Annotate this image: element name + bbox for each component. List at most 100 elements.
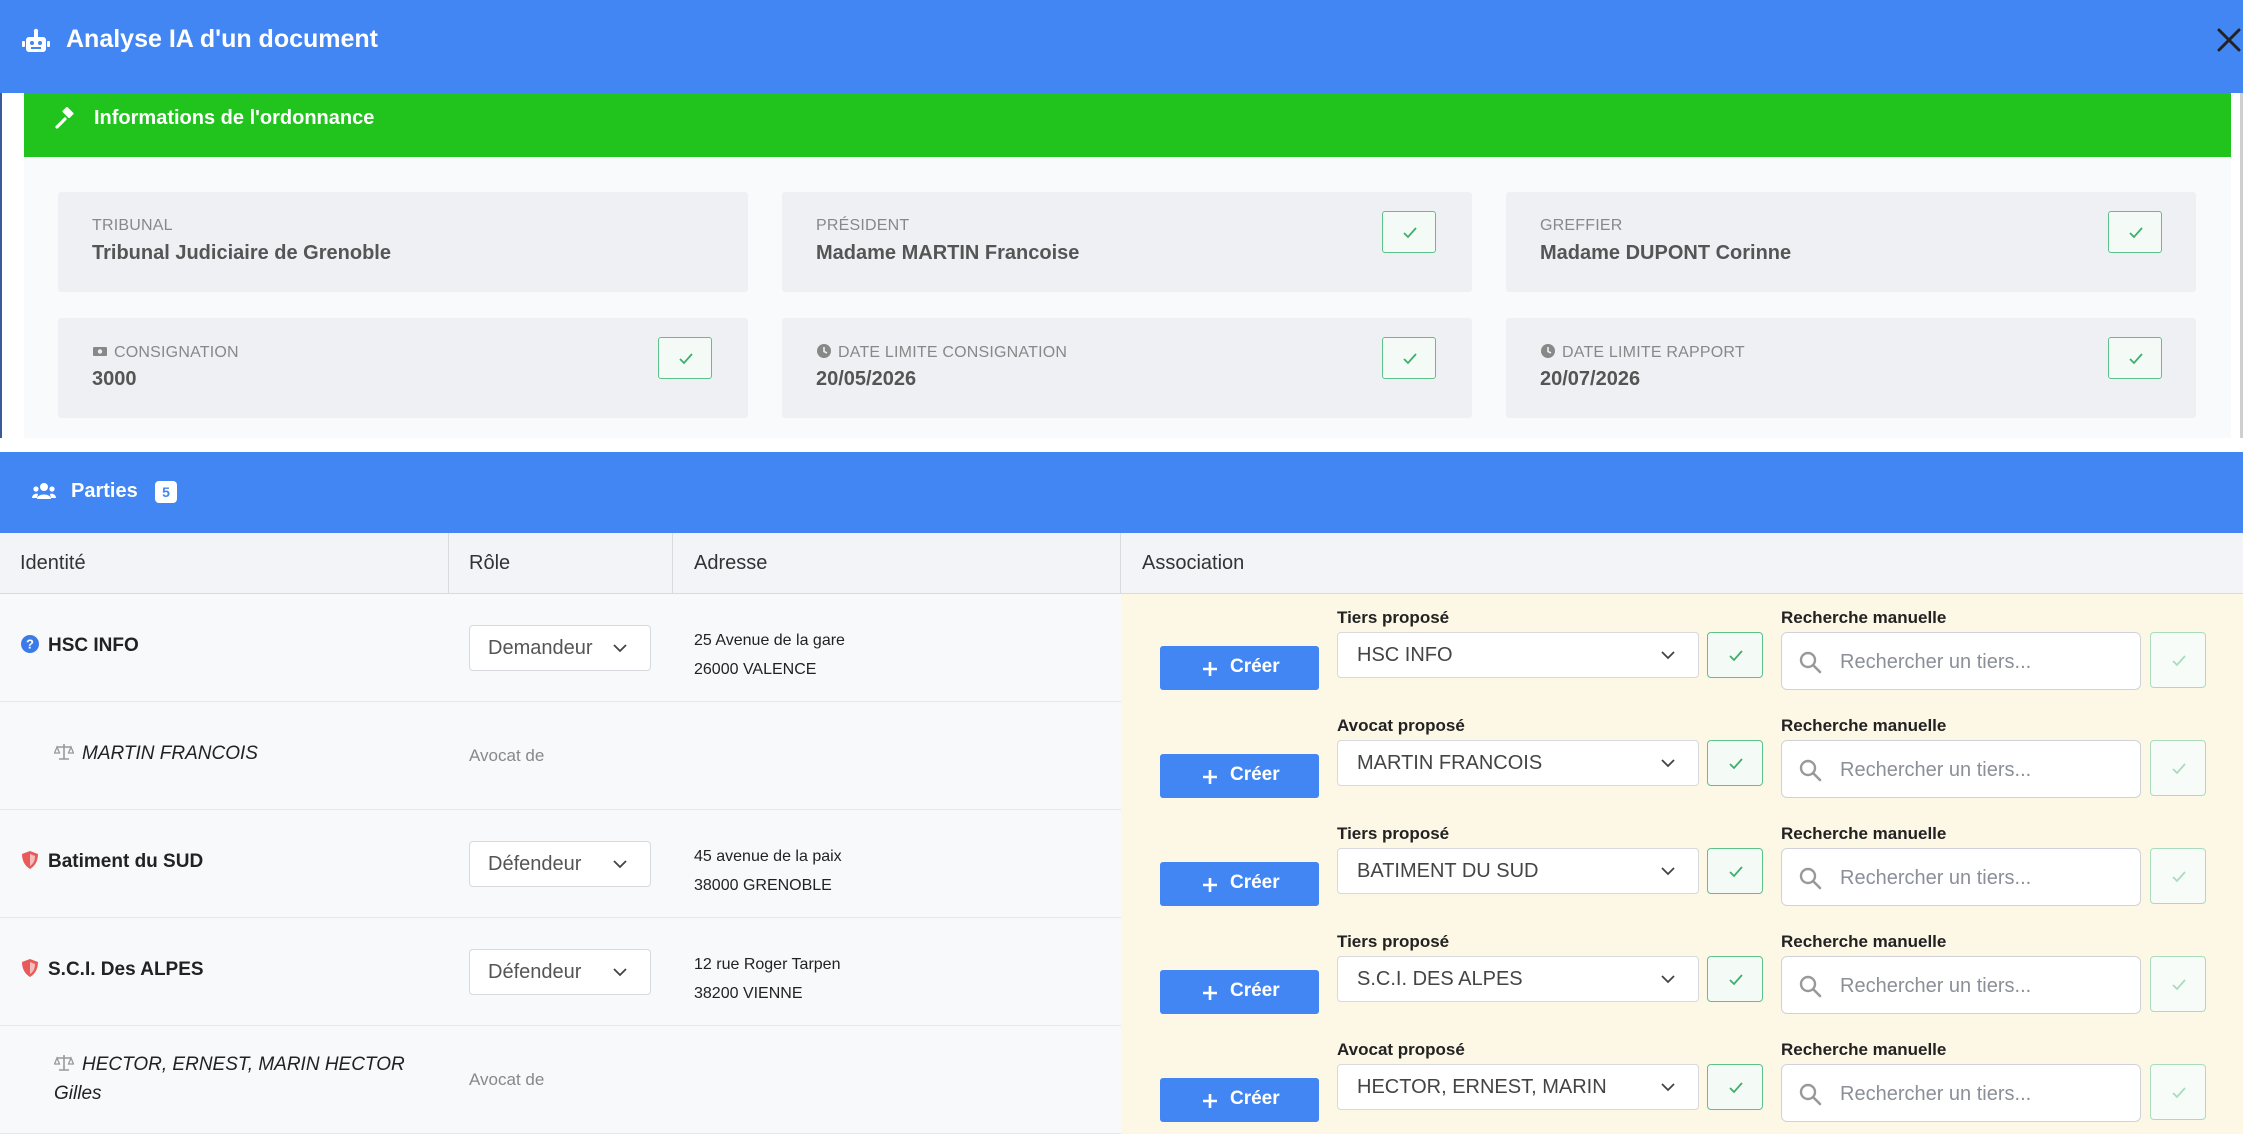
search-tiers-field[interactable] — [1781, 1064, 2141, 1122]
check-icon — [2172, 1087, 2186, 1099]
create-button[interactable]: Créer — [1160, 646, 1319, 690]
search-tiers-field[interactable] — [1781, 740, 2141, 798]
field-label: CONSIGNATION — [114, 344, 239, 361]
proposal-select[interactable]: S.C.I. DES ALPES — [1337, 956, 1699, 1002]
search-tiers-input[interactable] — [1838, 751, 2132, 789]
validate-search-button[interactable] — [2150, 848, 2206, 904]
address-line1: 12 rue Roger Tarpen — [694, 956, 841, 973]
column-adresse: Adresse — [694, 552, 768, 574]
proposal-value: S.C.I. DES ALPES — [1357, 968, 1523, 990]
address-line1: 25 Avenue de la gare — [694, 632, 845, 649]
table-row: ? HSC INFO Demandeur 25 Avenue de la gare 26… — [0, 594, 2243, 702]
validate-search-button[interactable] — [2150, 956, 2206, 1012]
role-select[interactable]: Défendeur — [469, 841, 651, 887]
create-button[interactable]: Créer — [1160, 970, 1319, 1014]
gavel-icon — [55, 107, 74, 129]
field-value: 20/07/2026 — [1540, 368, 1641, 390]
validate-search-button[interactable] — [2150, 740, 2206, 796]
plus-icon — [1203, 770, 1217, 784]
search-icon — [1799, 759, 1822, 782]
search-tiers-field[interactable] — [1781, 956, 2141, 1014]
search-tiers-input[interactable] — [1838, 643, 2132, 681]
create-label: Créer — [1230, 656, 1280, 677]
role-select[interactable]: Défendeur — [469, 949, 651, 995]
party-address: 12 rue Roger Tarpen 38200 VIENNE — [694, 950, 840, 1008]
address-line2: 26000 VALENCE — [694, 661, 817, 678]
validate-proposal-button[interactable] — [1707, 1064, 1763, 1110]
party-name-text: S.C.I. Des ALPES — [48, 959, 204, 980]
validate-proposal-button[interactable] — [1707, 632, 1763, 678]
table-row: Batiment du SUD Défendeur 45 avenue de la … — [0, 810, 2243, 918]
validate-proposal-button[interactable] — [1707, 848, 1763, 894]
validate-greffier-button[interactable] — [2108, 211, 2162, 253]
field-label: DATE LIMITE CONSIGNATION — [838, 344, 1068, 361]
check-icon — [1729, 758, 1743, 770]
modal-title: Analyse IA d'un document — [66, 25, 378, 53]
search-tiers-input[interactable] — [1838, 859, 2132, 897]
search-icon — [1799, 1083, 1822, 1106]
proposal-select[interactable]: HECTOR, ERNEST, MARIN — [1337, 1064, 1699, 1110]
parties-count-badge: 5 — [155, 481, 177, 503]
modal-left-edge — [0, 93, 2, 438]
validate-president-button[interactable] — [1382, 211, 1436, 253]
check-icon — [679, 353, 693, 365]
field-value: Madame MARTIN Francoise — [816, 242, 1080, 264]
field-label: GREFFIER — [1540, 217, 1623, 234]
users-icon — [32, 483, 56, 499]
validate-date-consignation-button[interactable] — [1382, 337, 1436, 379]
proposal-select[interactable]: BATIMENT DU SUD — [1337, 848, 1699, 894]
role-select[interactable]: Demandeur — [469, 625, 651, 671]
check-icon — [1729, 650, 1743, 662]
role-value: Défendeur — [488, 853, 582, 875]
chevron-down-icon — [1661, 759, 1675, 768]
plus-icon — [1203, 878, 1217, 892]
role-value: Demandeur — [488, 637, 593, 659]
address-line2: 38200 VIENNE — [694, 985, 803, 1002]
check-icon — [1729, 974, 1743, 986]
chevron-down-icon — [613, 860, 627, 869]
validate-search-button[interactable] — [2150, 1064, 2206, 1120]
ordonnance-card: Informations de l'ordonnance TRIBUNAL Tr… — [24, 93, 2231, 438]
party-name-text: Batiment du SUD — [48, 851, 204, 872]
field-label-wrap: DATE LIMITE RAPPORT — [1540, 343, 1745, 362]
proposal-select[interactable]: HSC INFO — [1337, 632, 1699, 678]
create-button[interactable]: Créer — [1160, 862, 1319, 906]
column-role: Rôle — [469, 552, 511, 574]
field-label: TRIBUNAL — [92, 217, 173, 234]
party-name: HECTOR, ERNEST, MARIN HECTOR — [54, 1053, 405, 1076]
ordonnance-title: Informations de l'ordonnance — [94, 107, 375, 129]
chevron-down-icon — [1661, 651, 1675, 660]
modal-header: Analyse IA d'un document — [0, 0, 2243, 93]
party-address: 25 Avenue de la gare 26000 VALENCE — [694, 626, 845, 684]
field-tribunal: TRIBUNAL Tribunal Judiciaire de Grenoble — [58, 192, 748, 292]
search-tiers-field[interactable] — [1781, 632, 2141, 690]
validate-consignation-button[interactable] — [658, 337, 712, 379]
party-name-text: HECTOR, ERNEST, MARIN HECTOR — [82, 1054, 405, 1075]
search-label: Recherche manuelle — [1781, 608, 1947, 627]
search-tiers-input[interactable] — [1838, 1075, 2132, 1113]
check-icon — [1403, 227, 1417, 239]
field-label-wrap: CONSIGNATION — [92, 343, 239, 362]
check-icon — [1729, 866, 1743, 878]
proposal-select[interactable]: MARTIN FRANCOIS — [1337, 740, 1699, 786]
validate-date-rapport-button[interactable] — [2108, 337, 2162, 379]
address-line2: 38000 GRENOBLE — [694, 877, 832, 894]
validate-proposal-button[interactable] — [1707, 740, 1763, 786]
field-date-limite-rapport: DATE LIMITE RAPPORT 20/07/2026 — [1506, 318, 2196, 418]
ordonnance-header: Informations de l'ordonnance — [24, 93, 2231, 157]
proposal-value: BATIMENT DU SUD — [1357, 860, 1539, 882]
proposal-label: Avocat proposé — [1337, 716, 1465, 735]
create-button[interactable]: Créer — [1160, 754, 1319, 798]
close-icon[interactable] — [2209, 20, 2243, 60]
search-icon — [1799, 651, 1822, 674]
validate-search-button[interactable] — [2150, 632, 2206, 688]
search-tiers-input[interactable] — [1838, 967, 2132, 1005]
create-button[interactable]: Créer — [1160, 1078, 1319, 1122]
money-icon — [93, 347, 107, 356]
party-name-text: HSC INFO — [48, 635, 139, 656]
validate-proposal-button[interactable] — [1707, 956, 1763, 1002]
search-tiers-field[interactable] — [1781, 848, 2141, 906]
role-value: Défendeur — [488, 961, 582, 983]
parties-header: Parties 5 — [0, 452, 2243, 533]
create-label: Créer — [1230, 980, 1280, 1001]
